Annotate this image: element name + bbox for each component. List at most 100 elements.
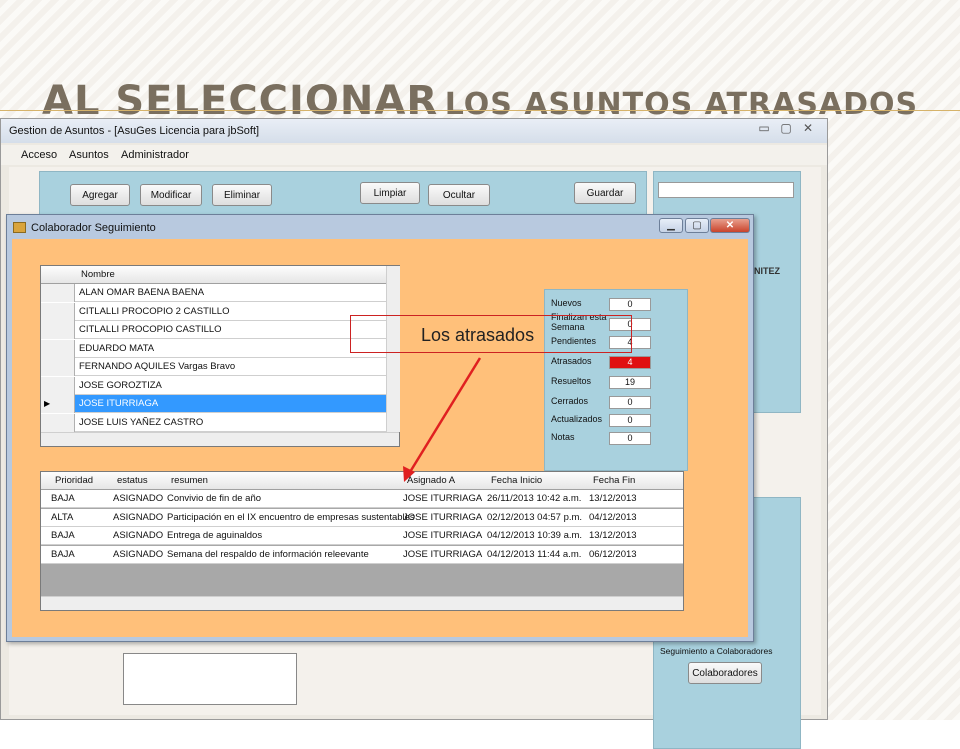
table-cell: JOSE ITURRIAGA bbox=[403, 548, 483, 560]
table-cell: JOSE ITURRIAGA bbox=[403, 493, 483, 504]
stat-value: 19 bbox=[609, 376, 651, 389]
list-item[interactable]: JOSE GOROZTIZA bbox=[41, 376, 386, 395]
stat-value: 0 bbox=[609, 298, 651, 311]
names-header: Nombre bbox=[41, 266, 386, 284]
collaborator-name: JOSE LUIS YAÑEZ CASTRO bbox=[79, 416, 204, 428]
table-cell: 04/12/2013 11:44 a.m. bbox=[487, 548, 582, 560]
list-item[interactable]: ▶ JOSE ITURRIAGA bbox=[41, 395, 386, 413]
close-icon[interactable]: ✕ bbox=[797, 121, 819, 137]
dialog-maximize-icon[interactable]: ▢ bbox=[685, 218, 709, 233]
collaborator-name: ALAN OMAR BAENA BAENA bbox=[79, 287, 205, 298]
dialog-body: Nombre ALAN OMAR BAENA BAENA CITLALLI PRO… bbox=[12, 239, 748, 637]
agregar-button[interactable]: Agregar bbox=[70, 184, 130, 206]
table-row[interactable]: BAJA ASIGNADO Semana del respaldo de infor… bbox=[41, 545, 683, 564]
table-cell: BAJA bbox=[51, 548, 75, 560]
stat-label: Actualizados bbox=[551, 414, 603, 424]
table-cell: Convivio de fin de año bbox=[167, 493, 262, 504]
table-cell: 13/12/2013 bbox=[589, 530, 637, 541]
list-item[interactable]: FERNANDO AQUILES Vargas Bravo bbox=[41, 358, 386, 376]
notes-box[interactable] bbox=[123, 653, 297, 705]
stat-value: 4 bbox=[609, 356, 651, 369]
app-icon bbox=[13, 222, 26, 233]
table-cell: 13/12/2013 bbox=[589, 493, 637, 504]
annotation-text: Los atrasados bbox=[421, 325, 535, 345]
list-item[interactable]: JOSE LUIS YAÑEZ CASTRO bbox=[41, 413, 386, 432]
row-header[interactable] bbox=[41, 284, 75, 302]
row-header[interactable] bbox=[41, 376, 75, 395]
colaboradores-button[interactable]: Colaboradores bbox=[688, 662, 762, 684]
stat-label: Nuevos bbox=[551, 298, 582, 308]
table-row[interactable]: BAJA ASIGNADO Convivio de fin de año JOSE I… bbox=[41, 490, 683, 508]
list-item[interactable]: ALAN OMAR BAENA BAENA bbox=[41, 284, 386, 302]
table-cell: BAJA bbox=[51, 530, 75, 541]
column-header[interactable]: resumen bbox=[171, 475, 208, 486]
table-cell: ALTA bbox=[51, 511, 74, 523]
stat-value: 0 bbox=[609, 432, 651, 445]
collaborator-name: JOSE ITURRIAGA bbox=[79, 398, 159, 409]
names-horizontal-scrollbar[interactable] bbox=[41, 432, 399, 446]
slide-title-sub: LOS ASUNTOS ATRASADOS bbox=[444, 87, 919, 122]
names-header-label: Nombre bbox=[81, 269, 115, 280]
column-header[interactable]: Fecha Inicio bbox=[491, 475, 542, 486]
dialog-close-icon[interactable]: ✕ bbox=[710, 218, 750, 233]
table-cell: BAJA bbox=[51, 493, 75, 504]
seguimiento-label: Seguimiento a Colaboradores bbox=[660, 646, 773, 656]
menu-asuntos[interactable]: Asuntos bbox=[69, 149, 109, 161]
collaborator-name: JOSE GOROZTIZA bbox=[79, 379, 162, 391]
column-header[interactable]: Fecha Fin bbox=[593, 475, 635, 486]
modificar-button[interactable]: Modificar bbox=[140, 184, 202, 206]
menu-acceso[interactable]: Acceso bbox=[21, 149, 57, 161]
title-divider bbox=[0, 110, 960, 111]
menu-administrador[interactable]: Administrador bbox=[121, 149, 189, 161]
row-header[interactable]: ▶ bbox=[41, 395, 75, 413]
table-cell: 04/12/2013 bbox=[589, 511, 637, 523]
table-cell: Participación en el IX encuentro de empr… bbox=[167, 511, 415, 523]
collaborator-name: EDUARDO MATA bbox=[79, 342, 155, 354]
maximize-icon[interactable]: ▢ bbox=[775, 121, 797, 137]
stat-value: 0 bbox=[609, 414, 651, 427]
row-header[interactable] bbox=[41, 358, 75, 376]
table-cell: 26/11/2013 10:42 a.m. bbox=[487, 493, 582, 504]
column-header[interactable]: Asignado A bbox=[407, 475, 455, 486]
names-grid: Nombre ALAN OMAR BAENA BAENA CITLALLI PRO… bbox=[40, 265, 400, 447]
table-cell: 06/12/2013 bbox=[589, 548, 637, 560]
tasks-horizontal-scrollbar[interactable] bbox=[41, 596, 683, 610]
colaborador-dialog: Colaborador Seguimiento ▁ ▢ ✕ Nombre ALA… bbox=[6, 214, 754, 642]
list-item[interactable]: EDUARDO MATA bbox=[41, 339, 386, 358]
table-cell: ASIGNADO bbox=[113, 530, 164, 541]
collaborator-name: CITLALLI PROCOPIO 2 CASTILLO bbox=[79, 305, 230, 317]
table-cell: ASIGNADO bbox=[113, 511, 164, 523]
table-row[interactable]: BAJA ASIGNADO Entrega de aguinaldos JOSE IT… bbox=[41, 527, 683, 545]
collaborator-name: FERNANDO AQUILES Vargas Bravo bbox=[79, 361, 236, 372]
table-cell: Semana del respaldo de información relee… bbox=[167, 548, 369, 560]
row-header[interactable] bbox=[41, 302, 75, 321]
stat-value: 0 bbox=[609, 396, 651, 409]
list-item[interactable]: CITLALLI PROCOPIO CASTILLO bbox=[41, 321, 386, 339]
column-header[interactable]: Prioridad bbox=[55, 475, 93, 486]
ocultar-button[interactable]: Ocultar bbox=[428, 184, 490, 206]
minimize-icon[interactable]: ▭ bbox=[753, 121, 775, 137]
table-cell: JOSE ITURRIAGA bbox=[403, 530, 483, 541]
row-header[interactable] bbox=[41, 339, 75, 358]
dialog-minimize-icon[interactable]: ▁ bbox=[659, 218, 683, 233]
tasks-header: Prioridad estatus resumen Asignado A Fecha I… bbox=[41, 472, 683, 490]
stat-label: Atrasados bbox=[551, 356, 592, 366]
table-cell: ASIGNADO bbox=[113, 493, 164, 504]
stat-label: Cerrados bbox=[551, 396, 589, 406]
table-cell: Entrega de aguinaldos bbox=[167, 530, 263, 541]
table-cell: 04/12/2013 10:39 a.m. bbox=[487, 530, 583, 541]
table-cell: ASIGNADO bbox=[113, 548, 164, 560]
row-header[interactable] bbox=[41, 413, 75, 432]
table-cell: 02/12/2013 04:57 p.m. bbox=[487, 511, 583, 523]
limpiar-button[interactable]: Limpiar bbox=[360, 182, 420, 204]
guardar-button[interactable]: Guardar bbox=[574, 182, 636, 204]
dialog-titlebar: Colaborador Seguimiento ▁ ▢ ✕ bbox=[7, 215, 753, 239]
list-item[interactable]: CITLALLI PROCOPIO 2 CASTILLO bbox=[41, 302, 386, 321]
table-row[interactable]: ALTA ASIGNADO Participación en el IX encue… bbox=[41, 508, 683, 527]
filter-input[interactable] bbox=[658, 182, 794, 198]
row-header[interactable] bbox=[41, 321, 75, 339]
eliminar-button[interactable]: Eliminar bbox=[212, 184, 272, 206]
main-titlebar: Gestion de Asuntos - [AsuGes Licencia pa… bbox=[1, 119, 827, 143]
main-window-title: Gestion de Asuntos - [AsuGes Licencia pa… bbox=[9, 125, 260, 137]
column-header[interactable]: estatus bbox=[117, 475, 148, 486]
